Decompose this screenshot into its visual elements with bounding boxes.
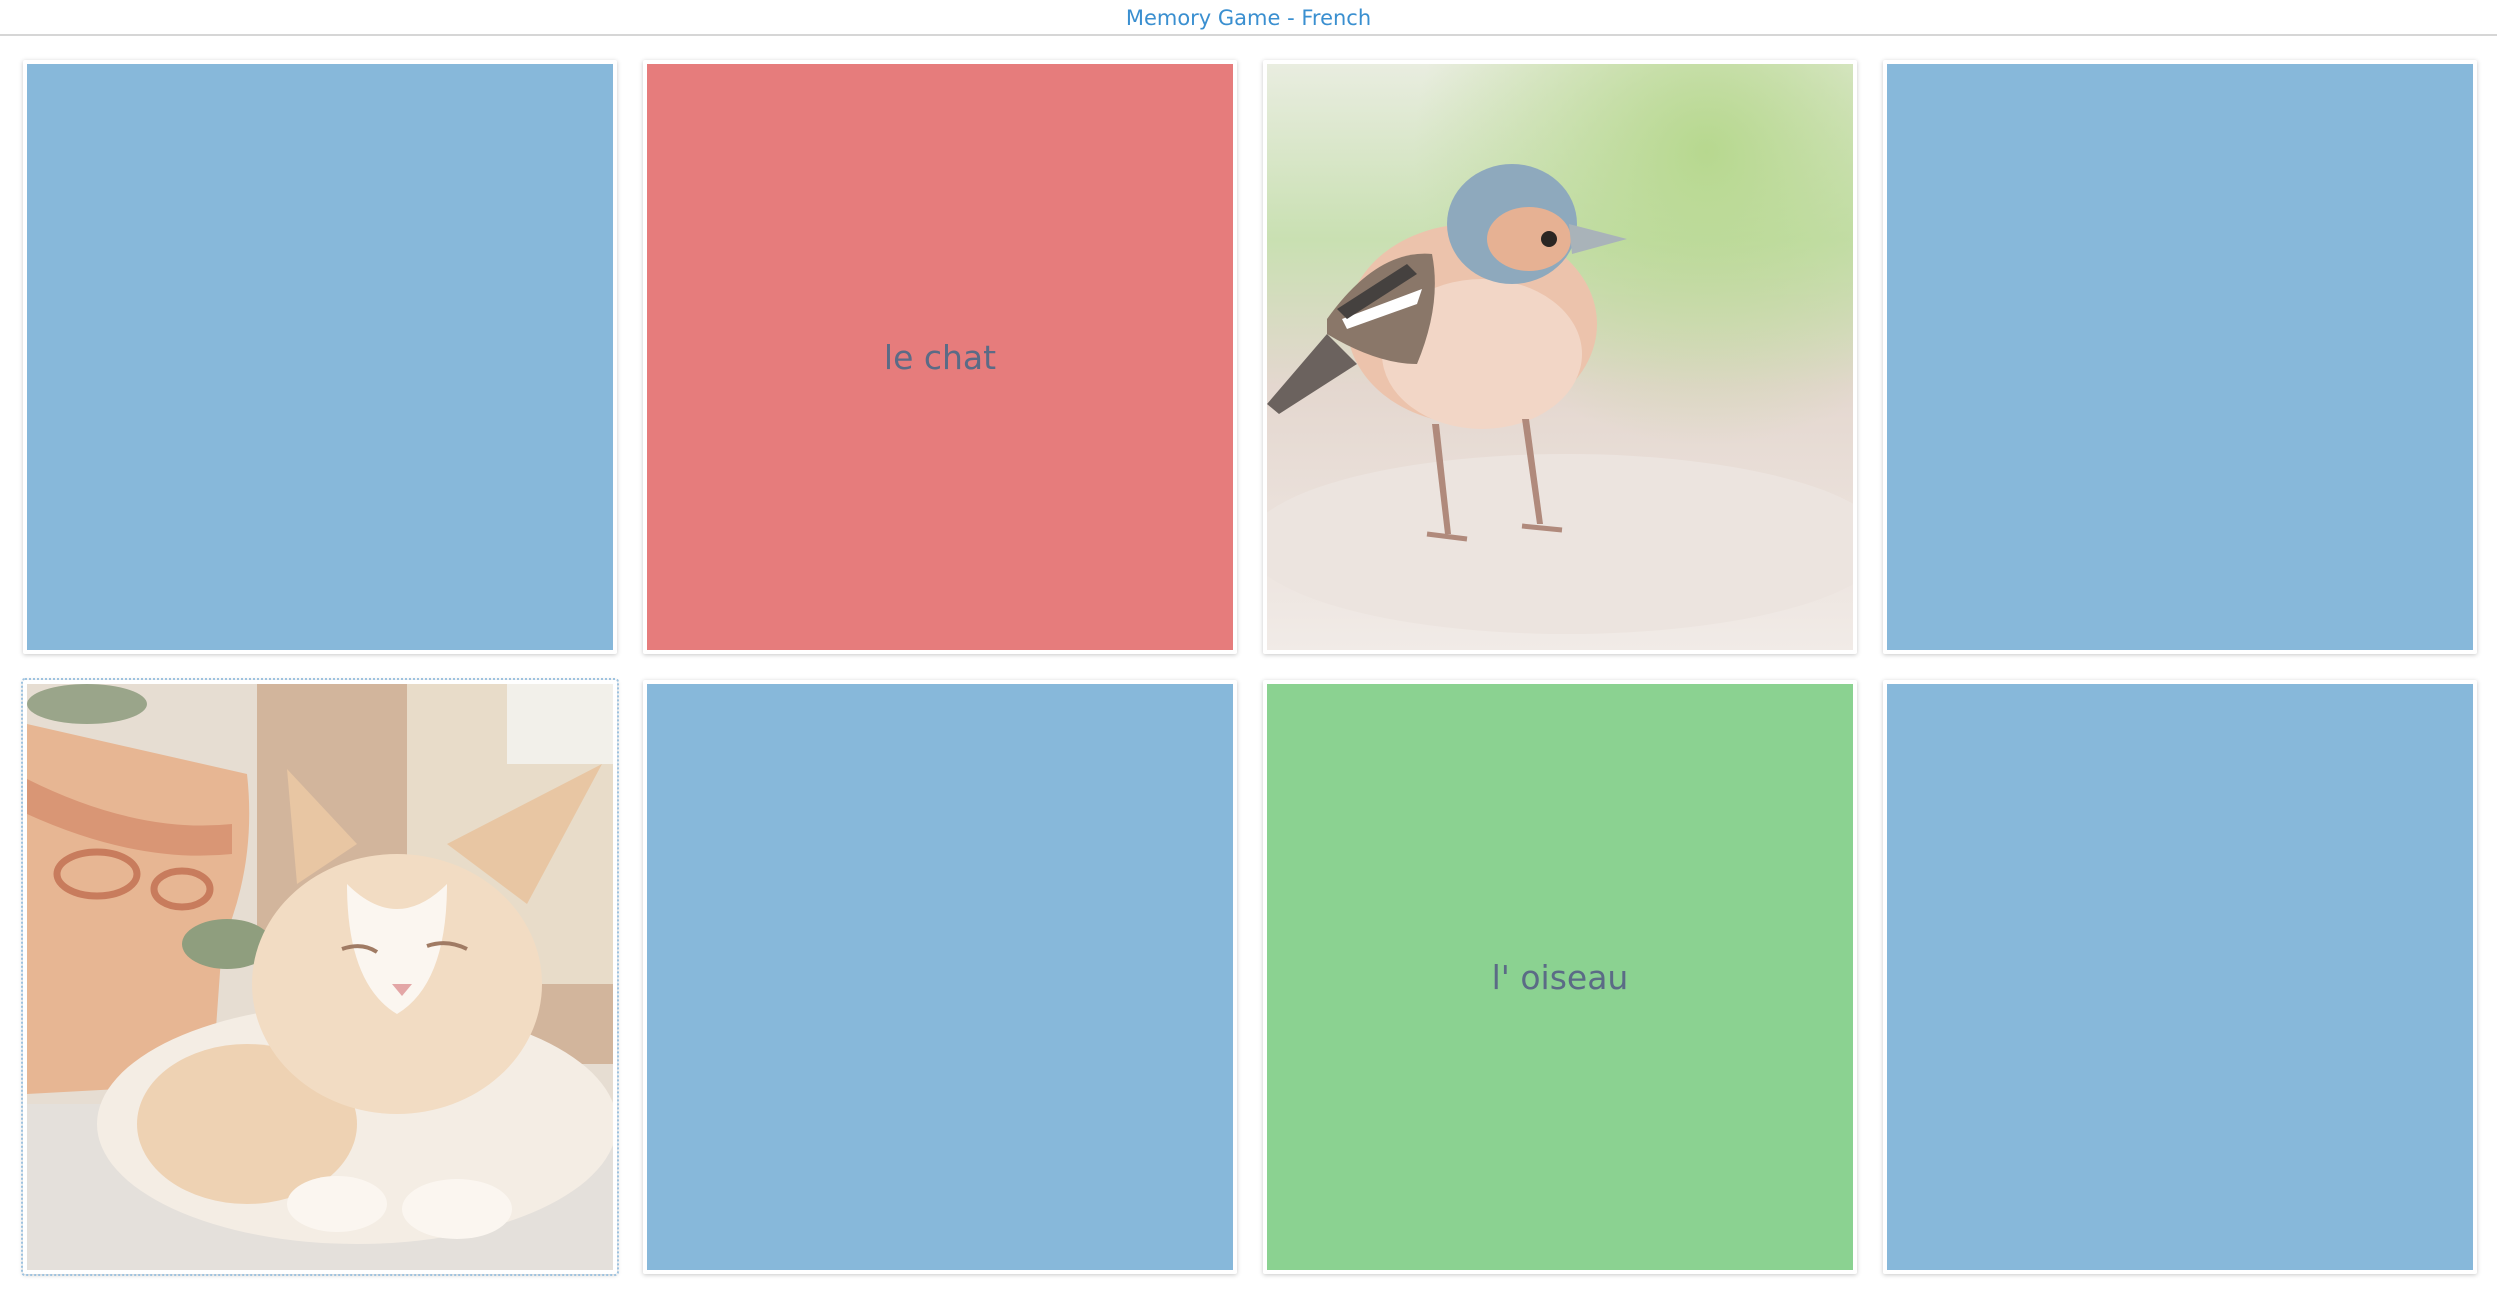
card-word-face: l' oiseau	[1267, 684, 1853, 1270]
memory-card-7[interactable]: l' oiseau	[1263, 680, 1857, 1274]
card-word: l' oiseau	[1491, 957, 1629, 997]
bird-image	[1267, 64, 1853, 650]
memory-card-5[interactable]	[21, 678, 619, 1276]
page-title: Memory Game - French	[0, 0, 2497, 36]
card-word: le chat	[883, 337, 997, 377]
memory-card-1[interactable]	[23, 60, 617, 654]
card-back	[27, 64, 613, 650]
memory-card-6[interactable]	[643, 680, 1237, 1274]
card-word-face: le chat	[647, 64, 1233, 650]
memory-card-8[interactable]	[1883, 680, 2477, 1274]
card-back	[1887, 684, 2473, 1270]
memory-card-2[interactable]: le chat	[643, 60, 1237, 654]
card-back	[647, 684, 1233, 1270]
memory-card-3[interactable]	[1263, 60, 1857, 654]
card-back	[1887, 64, 2473, 650]
cat-image	[27, 684, 613, 1270]
memory-card-4[interactable]	[1883, 60, 2477, 654]
